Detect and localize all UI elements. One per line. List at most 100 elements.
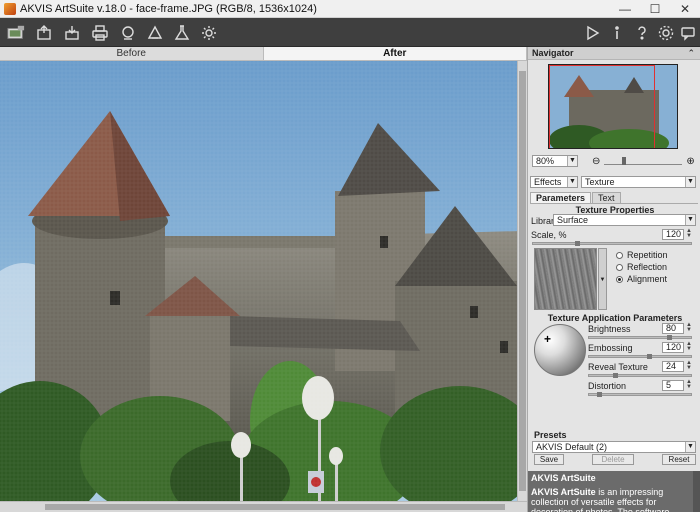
radio-dot xyxy=(616,251,623,259)
zoom-slider-knob[interactable] xyxy=(622,157,627,165)
navigator-viewport-frame[interactable] xyxy=(549,65,655,148)
help-brand: AKVIS ArtSuite xyxy=(531,487,596,497)
distortion-slider-knob[interactable] xyxy=(597,392,602,397)
reveal-texture-input[interactable]: 24 xyxy=(662,361,684,372)
brightness-slider[interactable] xyxy=(588,335,692,340)
help-icon[interactable] xyxy=(630,21,654,44)
zoom-slider[interactable] xyxy=(604,157,683,165)
collapse-chevron-icon[interactable]: ⌃ xyxy=(687,47,695,59)
embossing-slider-knob[interactable] xyxy=(647,354,652,359)
category-value: Effects xyxy=(534,177,562,187)
chevron-down-icon: ▼ xyxy=(567,177,577,187)
radio-alignment[interactable]: Alignment xyxy=(616,274,667,284)
chevron-down-icon: ▼ xyxy=(685,442,695,452)
texture-picker-button[interactable]: ▼ xyxy=(598,248,607,310)
tab-parameters[interactable]: Parameters xyxy=(530,192,592,203)
navigator-header: Navigator ⌃ xyxy=(528,47,700,60)
maximize-button[interactable]: ☐ xyxy=(640,0,670,18)
preset-select[interactable]: AKVIS Default (2) ▼ xyxy=(532,441,696,453)
reveal-texture-slider-knob[interactable] xyxy=(613,373,618,378)
view-tabs: Before After xyxy=(0,47,527,61)
settings-icon[interactable] xyxy=(654,21,678,44)
radio-repetition[interactable]: Repetition xyxy=(616,250,668,260)
scale-input[interactable]: 120 xyxy=(662,229,684,240)
preset-value: AKVIS Default (2) xyxy=(536,442,608,452)
effect-select[interactable]: Texture ▼ xyxy=(581,176,696,188)
alignment-label: Alignment xyxy=(627,274,668,284)
chevron-down-icon: ▼ xyxy=(685,215,695,225)
reveal-texture-label: Reveal Texture xyxy=(588,362,648,372)
batch-icon[interactable] xyxy=(116,21,140,44)
save-preset-button[interactable]: Save xyxy=(534,454,564,465)
gear-cog-icon[interactable] xyxy=(197,21,221,44)
reveal-texture-slider[interactable] xyxy=(588,373,692,378)
help-text: AKVIS ArtSuite is an impressing collecti… xyxy=(528,485,693,512)
delete-preset-button[interactable]: Delete xyxy=(592,454,634,465)
effects-row: Effects ▼ Texture ▼ xyxy=(530,176,698,189)
print-icon[interactable] xyxy=(88,21,112,44)
texture-swatch[interactable] xyxy=(534,248,597,310)
chat-icon[interactable] xyxy=(676,21,700,44)
filter-icon[interactable] xyxy=(143,21,167,44)
play-icon[interactable] xyxy=(580,21,604,44)
app-icon xyxy=(4,2,16,15)
distortion-label: Distortion xyxy=(588,381,627,391)
chevron-down-icon: ▼ xyxy=(567,156,577,166)
tab-text[interactable]: Text xyxy=(592,192,621,203)
save-file-icon[interactable] xyxy=(60,21,84,44)
help-title: AKVIS ArtSuite xyxy=(528,471,700,485)
tab-before[interactable]: Before xyxy=(0,47,264,60)
embossing-slider[interactable] xyxy=(588,354,692,359)
horizontal-scroll-thumb[interactable] xyxy=(45,504,505,510)
radio-dot-selected xyxy=(616,275,623,283)
brightness-stepper[interactable]: ▲ ▼ xyxy=(686,322,692,334)
info-icon[interactable] xyxy=(605,21,629,44)
navigator-title: Navigator xyxy=(532,48,574,58)
light-position-icon[interactable]: + xyxy=(544,332,551,346)
zoom-in-icon[interactable]: ⊕ xyxy=(686,156,694,167)
brightness-input[interactable]: 80 xyxy=(662,323,684,334)
vertical-scroll-thumb[interactable] xyxy=(519,71,526,491)
toolbar xyxy=(0,18,700,47)
flask-icon[interactable] xyxy=(170,21,194,44)
distortion-input[interactable]: 5 xyxy=(662,380,684,391)
library-select[interactable]: Surface ▼ xyxy=(553,214,696,226)
distortion-stepper[interactable]: ▲ ▼ xyxy=(686,379,692,391)
light-direction-sphere[interactable]: + xyxy=(534,324,586,376)
tab-after[interactable]: After xyxy=(263,47,527,60)
radio-reflection[interactable]: Reflection xyxy=(616,262,667,272)
open-file-icon[interactable] xyxy=(32,21,56,44)
window-title: AKVIS ArtSuite v.18.0 - face-frame.JPG (… xyxy=(20,2,317,15)
embossing-stepper[interactable]: ▲ ▼ xyxy=(686,341,692,353)
zoom-out-icon[interactable]: ⊖ xyxy=(592,156,600,167)
minimize-button[interactable]: — xyxy=(610,0,640,18)
presets-section: Presets AKVIS Default (2) ▼ Save Delete … xyxy=(530,430,698,466)
navigator-preview[interactable] xyxy=(548,64,678,149)
embossing-input[interactable]: 120 xyxy=(662,342,684,353)
scale-stepper[interactable]: ▲ ▼ xyxy=(686,228,692,240)
reset-preset-button[interactable]: Reset xyxy=(662,454,696,465)
close-button[interactable]: ✕ xyxy=(670,0,700,18)
application-params-title: Texture Application Parameters xyxy=(547,313,683,323)
reveal-texture-stepper[interactable]: ▲ ▼ xyxy=(686,360,692,372)
brightness-slider-knob[interactable] xyxy=(667,335,672,340)
scale-slider[interactable] xyxy=(532,241,692,246)
scale-label: Scale, % xyxy=(531,230,567,240)
zoom-select[interactable]: 80% ▼ xyxy=(532,155,578,167)
reflection-label: Reflection xyxy=(627,262,668,272)
scale-slider-knob[interactable] xyxy=(575,241,580,246)
category-select[interactable]: Effects ▼ xyxy=(530,176,578,188)
image-canvas[interactable] xyxy=(0,61,517,501)
distortion-slider[interactable] xyxy=(588,392,692,397)
zoom-row: 80% ▼ ⊖ ⊕ xyxy=(532,154,698,168)
horizontal-scrollbar[interactable] xyxy=(0,501,527,512)
help-scrollbar[interactable] xyxy=(693,471,700,512)
vertical-scrollbar[interactable] xyxy=(517,61,527,501)
app-logo-icon[interactable] xyxy=(2,21,30,44)
param-tabs: Parameters Text xyxy=(530,192,698,204)
chevron-down-icon: ▼ xyxy=(685,177,695,187)
brightness-label: Brightness xyxy=(588,324,631,334)
effect-value: Texture xyxy=(585,177,615,187)
embossing-label: Embossing xyxy=(588,343,633,353)
title-bar: AKVIS ArtSuite v.18.0 - face-frame.JPG (… xyxy=(0,0,700,18)
